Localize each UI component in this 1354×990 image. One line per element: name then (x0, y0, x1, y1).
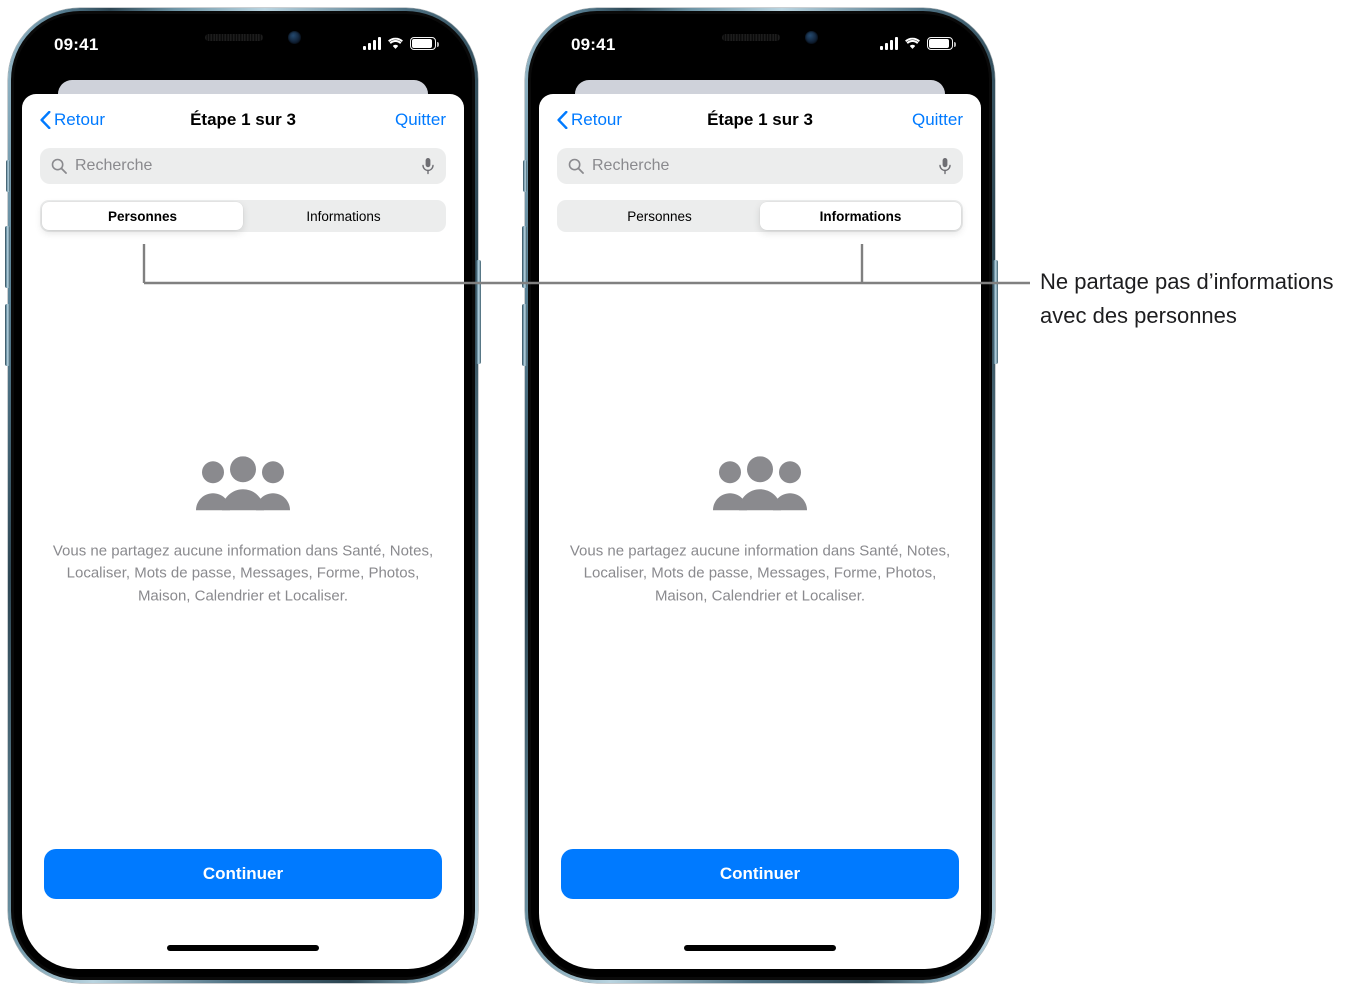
segment-personnes[interactable]: Personnes (559, 202, 760, 230)
search-icon (568, 158, 584, 174)
phone-right: 09:41 Retour Étape 1 sur 3 Quitter Reche… (522, 8, 998, 983)
search-icon (51, 158, 67, 174)
home-indicator[interactable] (167, 945, 319, 951)
microphone-icon[interactable] (421, 157, 435, 175)
search-field[interactable]: Recherche (557, 148, 963, 184)
back-button[interactable]: Retour (557, 110, 622, 130)
continue-button[interactable]: Continuer (561, 849, 959, 899)
empty-state-text: Vous ne partagez aucune information dans… (569, 541, 951, 604)
wifi-icon (905, 37, 920, 49)
battery-icon (410, 37, 439, 50)
people-group-icon (196, 455, 290, 510)
segmented-control[interactable]: Personnes Informations (40, 200, 446, 232)
notch (676, 22, 844, 53)
status-bar-indicators (363, 37, 439, 50)
phone-screen: 09:41 Retour Étape 1 sur 3 Quitter Reche… (539, 22, 981, 969)
navigation-bar: Retour Étape 1 sur 3 Quitter (22, 94, 464, 146)
back-button[interactable]: Retour (40, 110, 105, 130)
cellular-signal-icon (363, 37, 381, 50)
modal-sheet: Retour Étape 1 sur 3 Quitter Recherche P… (22, 94, 464, 969)
search-field[interactable]: Recherche (40, 148, 446, 184)
chevron-left-icon (40, 111, 51, 129)
segmented-control[interactable]: Personnes Informations (557, 200, 963, 232)
modal-sheet: Retour Étape 1 sur 3 Quitter Recherche P… (539, 94, 981, 969)
microphone-icon[interactable] (938, 157, 952, 175)
silent-switch[interactable] (523, 160, 527, 192)
segment-informations[interactable]: Informations (760, 202, 961, 230)
notch (159, 22, 327, 53)
front-camera-icon (805, 31, 818, 44)
front-camera-icon (288, 31, 301, 44)
status-bar-indicators (880, 37, 956, 50)
cellular-signal-icon (880, 37, 898, 50)
navigation-bar: Retour Étape 1 sur 3 Quitter (539, 94, 981, 146)
empty-state-text: Vous ne partagez aucune information dans… (52, 541, 434, 604)
home-indicator[interactable] (684, 945, 836, 951)
back-button-label: Retour (54, 110, 106, 129)
status-bar-time: 09:41 (571, 35, 616, 54)
quit-button[interactable]: Quitter (395, 110, 446, 130)
back-button-label: Retour (571, 110, 623, 129)
power-button[interactable] (476, 260, 481, 364)
continue-button[interactable]: Continuer (44, 849, 442, 899)
quit-button[interactable]: Quitter (912, 110, 963, 130)
power-button[interactable] (993, 260, 998, 364)
empty-state: Vous ne partagez aucune information dans… (22, 455, 464, 608)
volume-up-button[interactable] (5, 226, 10, 288)
volume-up-button[interactable] (522, 226, 527, 288)
search-placeholder: Recherche (592, 157, 670, 174)
phone-screen: 09:41 Retour Étape 1 sur 3 Quitter Reche… (22, 22, 464, 969)
comparison-figure: 09:41 Retour Étape 1 sur 3 Quitter Reche… (0, 0, 1354, 990)
status-bar-time: 09:41 (54, 35, 99, 54)
volume-down-button[interactable] (522, 304, 527, 366)
silent-switch[interactable] (6, 160, 10, 192)
wifi-icon (388, 37, 403, 49)
battery-icon (927, 37, 956, 50)
segment-informations[interactable]: Informations (243, 202, 444, 230)
speaker-grille-icon (205, 34, 263, 41)
empty-state: Vous ne partagez aucune information dans… (539, 455, 981, 608)
phone-left: 09:41 Retour Étape 1 sur 3 Quitter Reche… (5, 8, 481, 983)
speaker-grille-icon (722, 34, 780, 41)
chevron-left-icon (557, 111, 568, 129)
callout-label: Ne partage pas d’informations avec des p… (1040, 269, 1334, 328)
segment-personnes[interactable]: Personnes (42, 202, 243, 230)
people-group-icon (713, 455, 807, 510)
search-placeholder: Recherche (75, 157, 153, 174)
volume-down-button[interactable] (5, 304, 10, 366)
